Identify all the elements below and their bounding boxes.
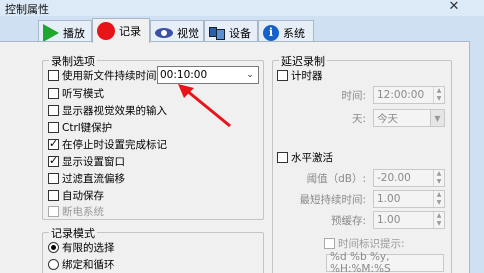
use-new-file-checkbox[interactable]: 使用新文件持续时间: — [48, 68, 160, 83]
close-icon[interactable]: ✕ — [448, 0, 460, 14]
radio-label: 有限的选择 — [62, 242, 115, 254]
checkbox-box[interactable] — [48, 105, 59, 116]
bind-loop-radio[interactable]: 绑定和循环 — [48, 257, 115, 272]
timestamp-checkbox: 时间标识提示: — [324, 236, 405, 251]
min-duration-value: 1.00 — [377, 193, 401, 205]
day-label: 天: — [351, 113, 366, 125]
time-input: 12:00:00 ▲ ▼ — [373, 86, 445, 104]
pre-buffer-label: 预缓存: — [330, 215, 366, 227]
checkbox-label: 时间标识提示: — [338, 238, 405, 250]
radio-button[interactable] — [48, 242, 59, 253]
spinner-icon: ▲ ▼ — [433, 212, 444, 228]
pre-buffer-input: 1.00 ▲ ▼ — [373, 211, 445, 229]
radio-button[interactable] — [48, 259, 59, 270]
timer-checkbox[interactable]: 计时器 — [277, 68, 323, 83]
duration-value: 00:10:00 — [160, 69, 208, 81]
checkbox-label: 听写模式 — [62, 88, 104, 100]
device-icon — [209, 25, 225, 41]
dc-offset-checkbox[interactable]: 过滤直流偏移 — [48, 171, 125, 186]
level-trigger-checkbox[interactable]: 水平激活 — [277, 150, 333, 165]
checkbox-label: 断电系统 — [62, 206, 104, 218]
show-settings-checkbox[interactable]: 显示设置窗口 — [48, 154, 125, 169]
tab-record[interactable]: 记录 — [92, 18, 150, 43]
timestamp-format-value: %d %b %y, %H:%M:%S — [330, 251, 391, 273]
tab-label: 视觉 — [177, 26, 199, 40]
checkbox-box — [324, 238, 335, 249]
group-title: 录制选项 — [49, 53, 97, 69]
spinner-icon: ▲ ▼ — [433, 191, 444, 207]
checkbox-box[interactable] — [48, 122, 59, 133]
min-duration-input: 1.00 ▲ ▼ — [373, 190, 445, 208]
tab-label: 播放 — [63, 26, 85, 40]
checkbox-box[interactable] — [48, 190, 59, 201]
limited-selection-radio[interactable]: 有限的选择 — [48, 240, 115, 255]
time-label: 时间: — [341, 90, 366, 102]
monitor-input-checkbox[interactable]: 显示器视觉效果的输入 — [48, 103, 167, 118]
group-title: 记录模式 — [49, 225, 97, 241]
stop-marker-checkbox[interactable]: 在停止时设置完成标记 — [48, 137, 167, 152]
record-icon — [97, 22, 115, 40]
radio-label: 绑定和循环 — [62, 259, 115, 271]
checkbox-label: 在停止时设置完成标记 — [62, 139, 167, 151]
annotation-arrow-icon — [178, 84, 231, 128]
checkbox-box[interactable] — [48, 88, 59, 99]
threshold-value: -20.00 — [377, 172, 411, 184]
checkbox-label: 显示设置窗口 — [62, 156, 125, 168]
threshold-input: -20.00 ▲ ▼ — [373, 169, 445, 187]
auto-save-checkbox[interactable]: 自动保存 — [48, 188, 104, 203]
checkbox-label: Ctrl键保护 — [62, 122, 113, 134]
checkbox-box[interactable] — [277, 152, 288, 163]
checkbox-label: 自动保存 — [62, 190, 104, 202]
checkbox-box — [48, 206, 59, 217]
group-title: 延迟录制 — [279, 53, 327, 69]
day-dropdown: 今天 ▼ — [373, 109, 445, 127]
min-duration-label: 最短持续时间: — [299, 194, 366, 206]
tab-label: 设备 — [229, 26, 251, 40]
window-edge — [470, 16, 484, 273]
spinner-icon: ▲ ▼ — [433, 87, 444, 103]
eye-icon — [155, 27, 173, 38]
time-value: 12:00:00 — [377, 89, 425, 101]
title-bar: 控制属性 ✕ — [0, 0, 484, 16]
chevron-down-icon: ▼ — [430, 110, 444, 126]
chevron-down-icon[interactable]: ⌄ — [242, 67, 258, 83]
ctrl-protect-checkbox[interactable]: Ctrl键保护 — [48, 120, 112, 135]
play-icon — [43, 23, 59, 42]
checkbox-label: 过滤直流偏移 — [62, 173, 125, 185]
checkbox-label: 使用新文件持续时间: — [62, 70, 161, 82]
info-icon: i — [263, 24, 279, 41]
checkbox-box[interactable] — [48, 70, 59, 81]
checkbox-box[interactable] — [277, 70, 288, 81]
checkbox-box[interactable] — [48, 137, 59, 150]
checkbox-label: 显示器视觉效果的输入 — [62, 105, 167, 117]
power-off-checkbox: 断电系统 — [48, 204, 104, 219]
checkbox-box[interactable] — [48, 154, 59, 167]
spinner-icon: ▲ ▼ — [433, 170, 444, 186]
window-title: 控制属性 — [5, 3, 49, 16]
checkbox-box[interactable] — [48, 173, 59, 184]
tab-label: 系统 — [283, 26, 305, 40]
pre-buffer-value: 1.00 — [377, 214, 401, 226]
tab-label: 记录 — [119, 25, 141, 38]
day-value: 今天 — [377, 112, 398, 125]
threshold-label: 阈值（dB）: — [306, 173, 366, 185]
timestamp-format-input: %d %b %y, %H:%M:%S — [326, 251, 444, 273]
checkbox-label: 水平激活 — [291, 152, 333, 164]
dictation-mode-checkbox[interactable]: 听写模式 — [48, 86, 104, 101]
checkbox-label: 计时器 — [291, 70, 323, 82]
